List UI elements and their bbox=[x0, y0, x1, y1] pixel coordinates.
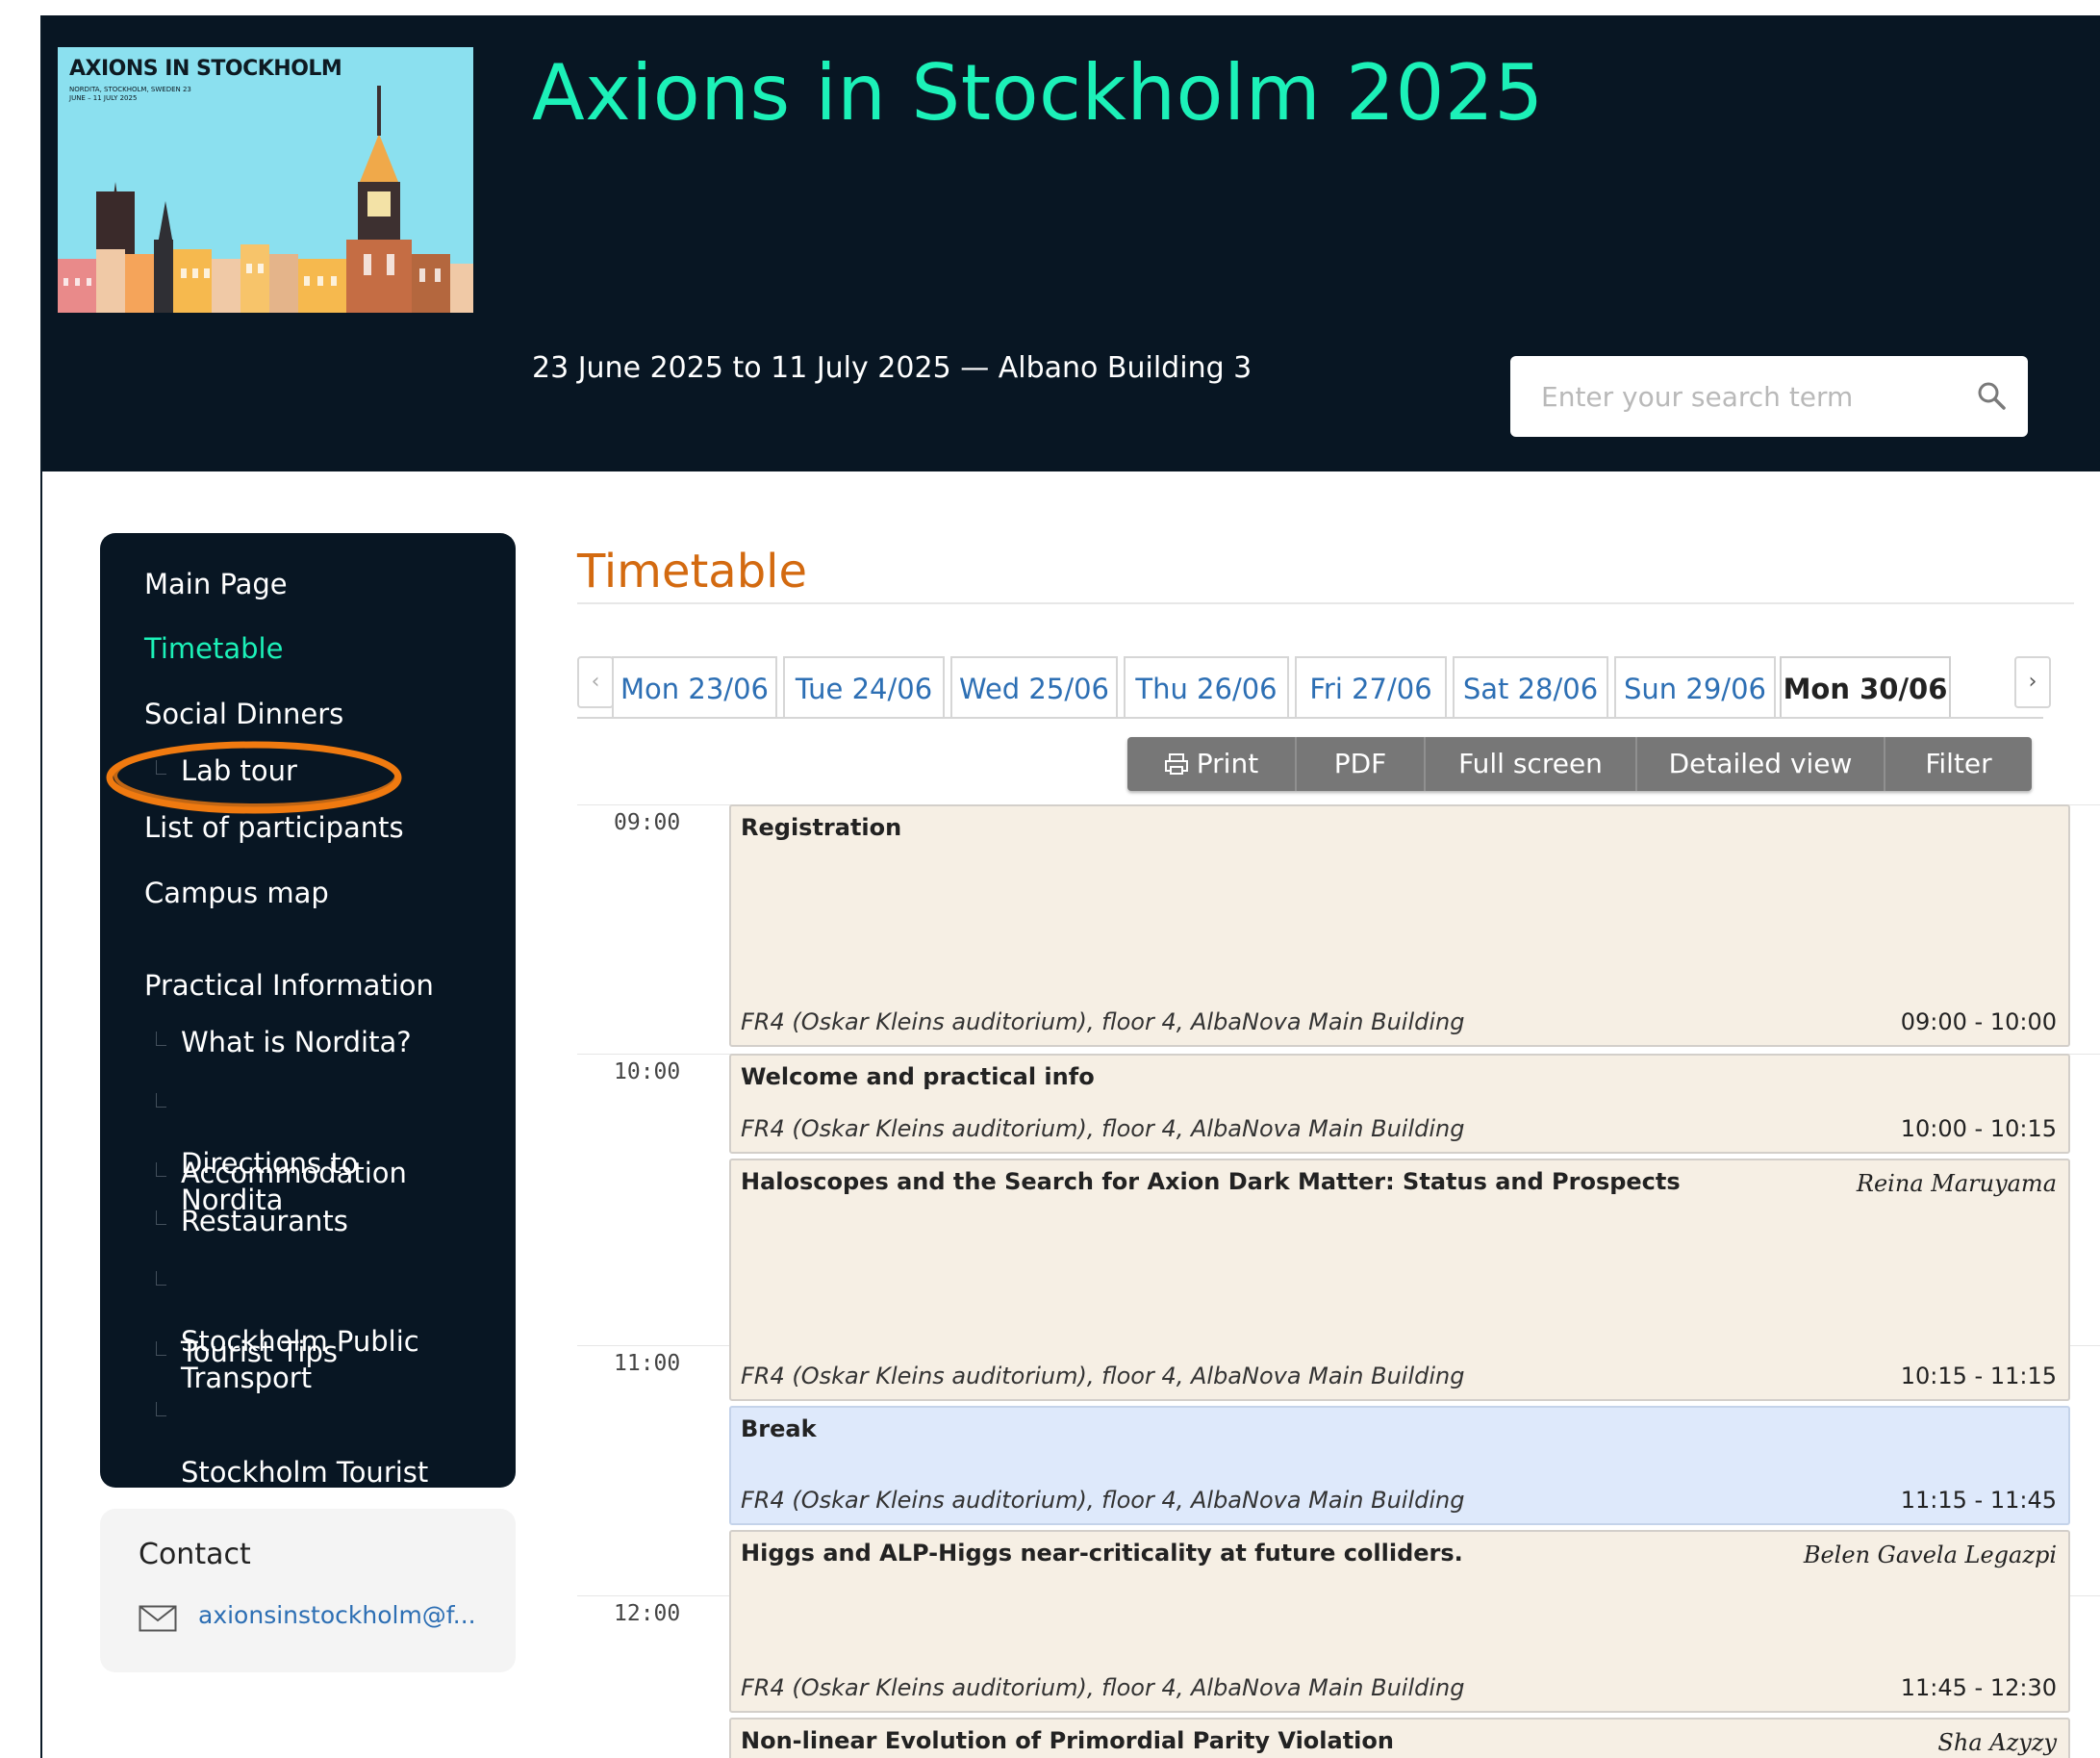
timetable-entry[interactable]: Non-linear Evolution of Primordial Parit… bbox=[729, 1718, 2070, 1758]
sidebar-item-social-dinners[interactable]: Social Dinners bbox=[144, 696, 343, 732]
entry-title: Higgs and ALP-Higgs near-criticality at … bbox=[741, 1540, 1463, 1567]
envelope-icon bbox=[139, 1605, 177, 1632]
entry-title: Non-linear Evolution of Primordial Parit… bbox=[741, 1727, 1394, 1754]
entry-location: FR4 (Oskar Kleins auditorium), floor 4, … bbox=[741, 1363, 1465, 1389]
entry-location: FR4 (Oskar Kleins auditorium), floor 4, … bbox=[741, 1008, 1465, 1035]
tab-sat-28-06[interactable]: Sat 28/06 bbox=[1453, 656, 1608, 718]
tree-connector-icon bbox=[156, 1093, 166, 1108]
contact-box: Contact axionsinstockholm@f... bbox=[100, 1509, 516, 1672]
prev-day-arrow[interactable]: ‹ bbox=[577, 656, 614, 708]
tab-mon-23-06[interactable]: Mon 23/06 bbox=[612, 656, 777, 718]
day-tabs: ‹ Mon 23/06 Tue 24/06 Wed 25/06 Thu 26/0… bbox=[577, 656, 2078, 718]
search-input[interactable] bbox=[1510, 356, 1953, 437]
page: AXIONS IN STOCKHOLM NORDITA, STOCKHOLM, … bbox=[0, 0, 2100, 1758]
entry-location: FR4 (Oskar Kleins auditorium), floor 4, … bbox=[741, 1674, 1465, 1701]
sidebar-item-timetable[interactable]: Timetable bbox=[144, 630, 283, 667]
entry-speaker[interactable]: Belen Gavela Legazpi bbox=[1804, 1541, 2057, 1568]
entry-time: 10:15 - 11:15 bbox=[1900, 1363, 2057, 1389]
timetable-entry[interactable]: Higgs and ALP-Higgs near-criticality at … bbox=[729, 1530, 2070, 1713]
print-button[interactable]: Print bbox=[1127, 737, 1295, 791]
tree-connector-icon bbox=[156, 1032, 166, 1046]
timetable-toolbar: Print PDF Full screen Detailed view Filt… bbox=[1127, 737, 2032, 791]
tree-connector-icon bbox=[156, 1341, 166, 1356]
search-box bbox=[1510, 356, 2028, 437]
entry-title: Break bbox=[741, 1415, 817, 1442]
entry-location: FR4 (Oskar Kleins auditorium), floor 4, … bbox=[741, 1487, 1465, 1514]
tab-fri-27-06[interactable]: Fri 27/06 bbox=[1295, 656, 1447, 718]
timetable-entry[interactable]: Registration FR4 (Oskar Kleins auditoriu… bbox=[729, 804, 2070, 1047]
sidebar-item-label: Tourist Tips bbox=[181, 1336, 338, 1368]
title-divider bbox=[577, 602, 2074, 604]
tab-baseline bbox=[577, 717, 2043, 719]
sidebar-section-practical-information[interactable]: Practical Information bbox=[144, 967, 434, 1004]
entry-title: Haloscopes and the Search for Axion Dark… bbox=[741, 1168, 1681, 1195]
next-day-arrow[interactable]: › bbox=[2014, 656, 2051, 708]
timetable-entry[interactable]: Welcome and practical info FR4 (Oskar Kl… bbox=[729, 1054, 2070, 1154]
logo-subtitle: NORDITA, STOCKHOLM, SWEDEN 23 JUNE – 11 … bbox=[69, 86, 191, 102]
sidebar-item-campus-map[interactable]: Campus map bbox=[144, 875, 329, 911]
tab-mon-30-06[interactable]: Mon 30/06 bbox=[1780, 656, 1951, 718]
contact-title: Contact bbox=[139, 1538, 251, 1571]
tab-wed-25-06[interactable]: Wed 25/06 bbox=[950, 656, 1118, 718]
page-title: Timetable bbox=[577, 545, 808, 599]
sidebar-item-main-page[interactable]: Main Page bbox=[144, 566, 288, 602]
full-screen-button[interactable]: Full screen bbox=[1426, 737, 1635, 791]
entry-title: Registration bbox=[741, 814, 902, 841]
search-icon[interactable] bbox=[1976, 380, 2007, 411]
contact-email-link[interactable]: axionsinstockholm@f... bbox=[198, 1601, 476, 1629]
sidebar-item-tourist-tips[interactable]: Tourist Tips bbox=[156, 1334, 338, 1370]
entry-time: 10:00 - 10:15 bbox=[1900, 1115, 2057, 1142]
entry-title: Welcome and practical info bbox=[741, 1063, 1095, 1090]
entry-speaker[interactable]: Reina Maruyama bbox=[1857, 1170, 2057, 1197]
logo-title: AXIONS IN STOCKHOLM bbox=[69, 57, 342, 81]
tab-sun-29-06[interactable]: Sun 29/06 bbox=[1614, 656, 1776, 718]
entry-location: FR4 (Oskar Kleins auditorium), floor 4, … bbox=[741, 1115, 1465, 1142]
sidebar-item-restaurants[interactable]: Restaurants bbox=[156, 1203, 348, 1239]
event-dates-location: 23 June 2025 to 11 July 2025 — Albano Bu… bbox=[532, 351, 1252, 385]
highlight-annotation bbox=[106, 741, 402, 814]
hour-label: 10:00 bbox=[614, 1059, 681, 1084]
sidebar-item-stockholm-tourist-info[interactable]: Stockholm Tourist Info bbox=[156, 1381, 428, 1527]
site-title[interactable]: Axions in Stockholm 2025 bbox=[532, 48, 1544, 138]
hour-label: 09:00 bbox=[614, 810, 681, 835]
detailed-view-button[interactable]: Detailed view bbox=[1637, 737, 1884, 791]
sidebar-item-accommodation[interactable]: Accommodation bbox=[156, 1155, 407, 1191]
hour-label: 12:00 bbox=[614, 1601, 681, 1626]
entry-time: 11:15 - 11:45 bbox=[1900, 1487, 2057, 1514]
tab-tue-24-06[interactable]: Tue 24/06 bbox=[783, 656, 945, 718]
filter-button[interactable]: Filter bbox=[1885, 737, 2032, 791]
timetable-entry[interactable]: Haloscopes and the Search for Axion Dark… bbox=[729, 1159, 2070, 1401]
tab-thu-26-06[interactable]: Thu 26/06 bbox=[1124, 656, 1289, 718]
tree-connector-icon bbox=[156, 1402, 166, 1416]
sidebar-item-stockholm-public-transport[interactable]: Stockholm Public Transport bbox=[156, 1250, 419, 1396]
sidebar-nav: Main Page Timetable Social Dinners Lab t… bbox=[100, 533, 516, 1525]
entry-speaker[interactable]: Sha Azyzy bbox=[1937, 1729, 2057, 1756]
timetable-entry-break[interactable]: Break FR4 (Oskar Kleins auditorium), flo… bbox=[729, 1406, 2070, 1525]
sidebar-item-label: What is Nordita? bbox=[181, 1026, 412, 1058]
tree-connector-icon bbox=[156, 1271, 166, 1286]
tree-connector-icon bbox=[156, 1210, 166, 1225]
print-label: Print bbox=[1196, 748, 1259, 779]
sidebar-item-what-is-nordita[interactable]: What is Nordita? bbox=[156, 1024, 412, 1060]
top-strip bbox=[0, 0, 2100, 15]
sidebar-item-label: Restaurants bbox=[181, 1205, 348, 1237]
left-border bbox=[0, 0, 42, 1758]
printer-icon bbox=[1164, 753, 1188, 775]
timetable-grid: 09:00 10:00 11:00 12:00 Registration FR4… bbox=[577, 804, 2100, 1758]
hour-label: 11:00 bbox=[614, 1351, 681, 1376]
sidebar-item-label: Accommodation bbox=[181, 1157, 407, 1189]
sidebar-item-directions-to-nordita[interactable]: Directions to Nordita bbox=[156, 1072, 358, 1218]
conference-logo[interactable]: AXIONS IN STOCKHOLM NORDITA, STOCKHOLM, … bbox=[58, 47, 473, 313]
pdf-button[interactable]: PDF bbox=[1297, 737, 1424, 791]
entry-time: 11:45 - 12:30 bbox=[1900, 1674, 2057, 1701]
tree-connector-icon bbox=[156, 1162, 166, 1177]
entry-time: 09:00 - 10:00 bbox=[1900, 1008, 2057, 1035]
